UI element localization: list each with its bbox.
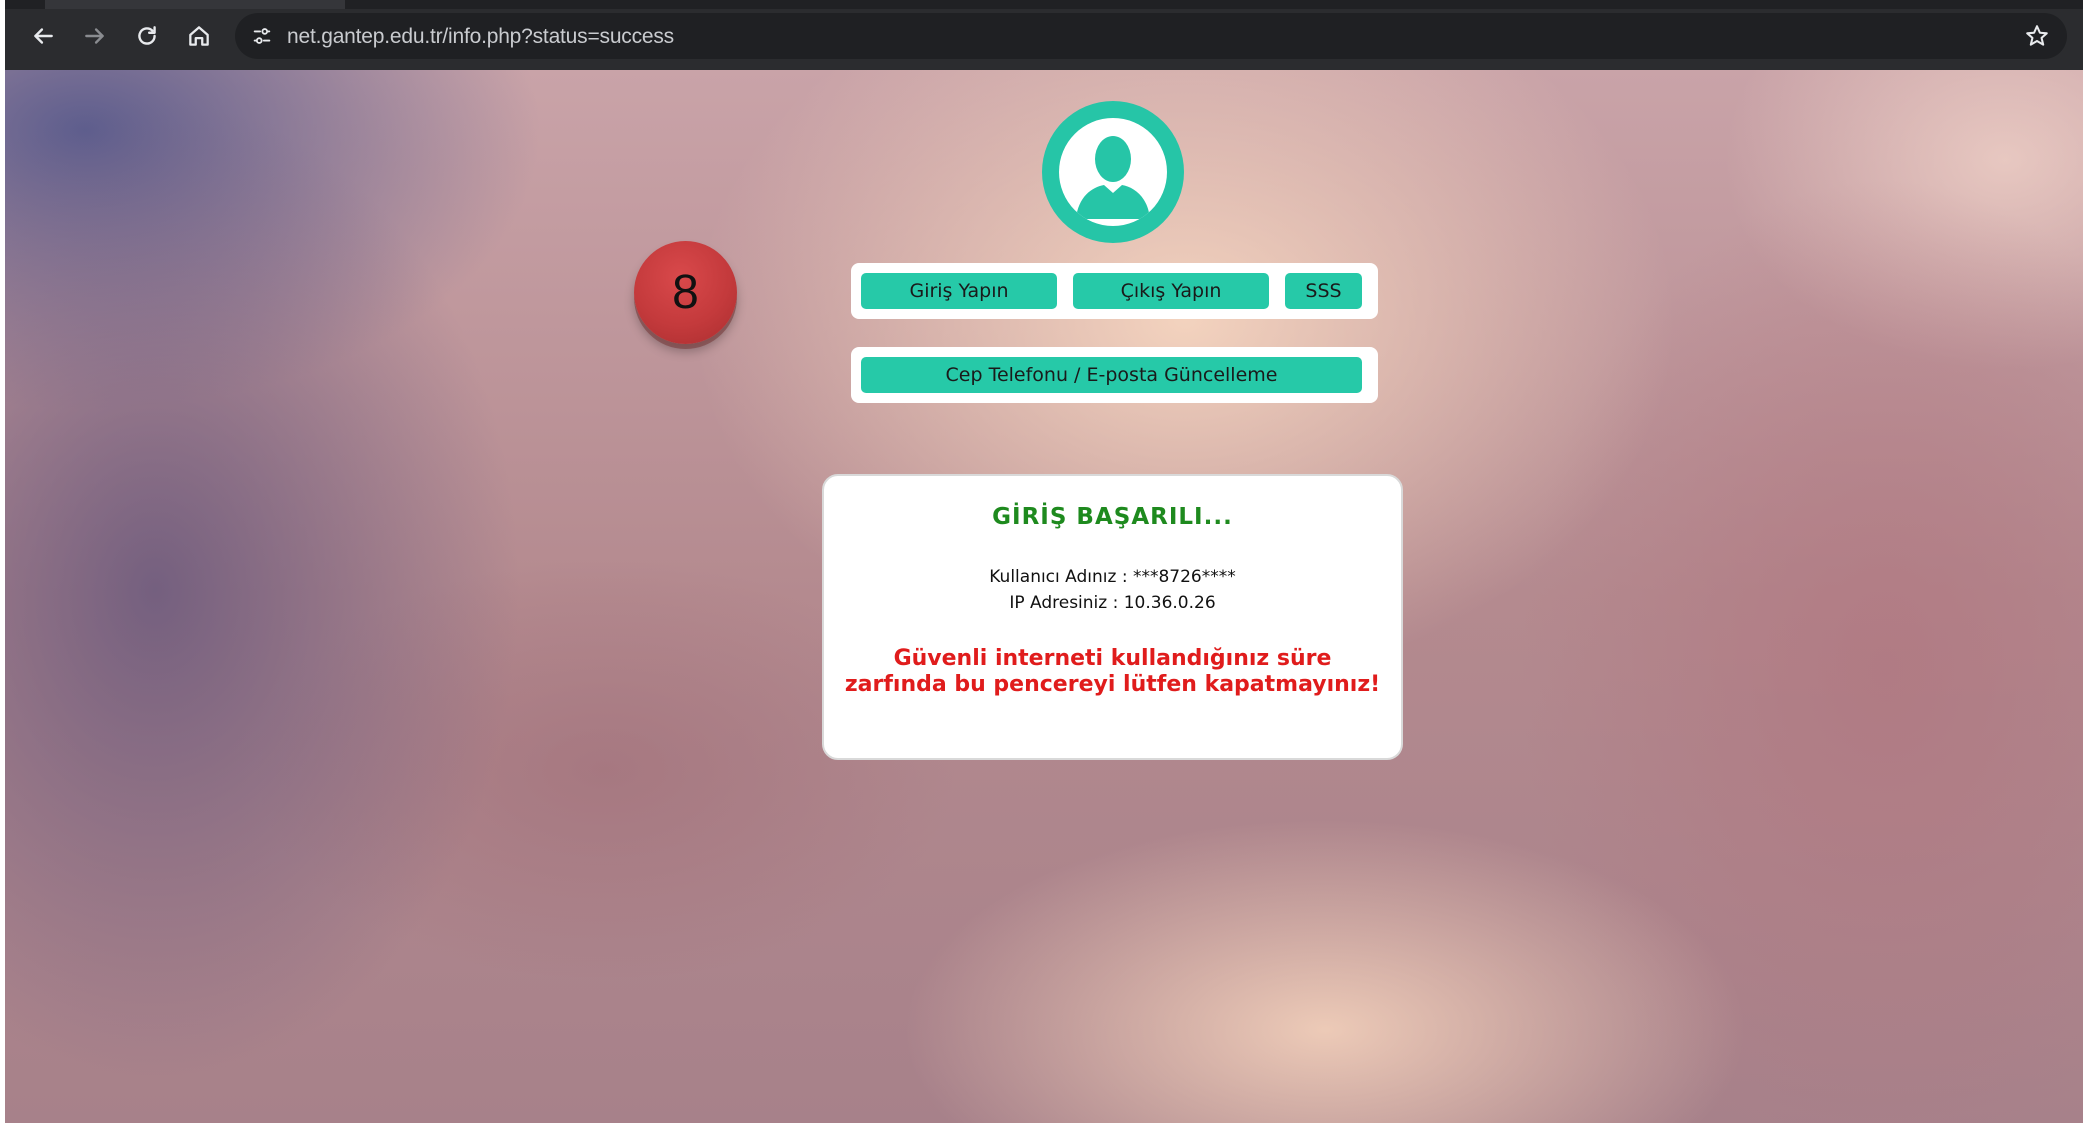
arrow-left-icon	[34, 28, 53, 44]
update-contact-button[interactable]: Cep Telefonu / E-posta Güncelleme	[861, 357, 1362, 393]
reload-button[interactable]	[127, 16, 167, 56]
star-icon	[2026, 25, 2048, 46]
url-text[interactable]: net.gantep.edu.tr/info.php?status=succes…	[287, 25, 674, 49]
success-title: GİRİŞ BAŞARILI...	[992, 504, 1233, 530]
warning-message: Güvenli interneti kullandığınız süre zar…	[824, 646, 1401, 698]
login-button[interactable]: Giriş Yapın	[861, 273, 1057, 309]
reload-icon	[138, 26, 156, 45]
username-line: Kullanıcı Adınız : ***8726****	[989, 567, 1236, 587]
page-viewport: 8 Giriş Yapın Çıkış Yapın SSS Cep Telefo…	[5, 70, 2083, 1123]
user-avatar-icon	[1042, 101, 1184, 243]
tune-icon	[253, 28, 271, 44]
back-button[interactable]	[23, 16, 63, 56]
arrow-right-icon	[85, 28, 104, 44]
menu-bar: Giriş Yapın Çıkış Yapın SSS	[851, 263, 1378, 319]
step-badge: 8	[634, 241, 737, 344]
home-icon	[189, 26, 209, 46]
ip-line: IP Adresiniz : 10.36.0.26	[1009, 593, 1216, 613]
warning-line-2: zarfında bu pencereyi lütfen kapatmayını…	[844, 672, 1381, 697]
browser-window: net.gantep.edu.tr/info.php?status=succes…	[5, 0, 2083, 1123]
login-status-card: GİRİŞ BAŞARILI... Kullanıcı Adınız : ***…	[822, 474, 1403, 760]
site-info-button[interactable]	[247, 21, 277, 51]
forward-button[interactable]	[75, 16, 115, 56]
active-tab[interactable]	[45, 0, 345, 9]
logout-button[interactable]: Çıkış Yapın	[1073, 273, 1269, 309]
tab-strip	[5, 0, 2083, 9]
home-button[interactable]	[179, 16, 219, 56]
browser-toolbar: net.gantep.edu.tr/info.php?status=succes…	[5, 0, 2083, 70]
bookmark-button[interactable]	[2021, 20, 2053, 52]
warning-line-1: Güvenli interneti kullandığınız süre	[893, 646, 1332, 671]
faq-button[interactable]: SSS	[1285, 273, 1362, 309]
address-bar[interactable]: net.gantep.edu.tr/info.php?status=succes…	[235, 13, 2067, 59]
update-bar: Cep Telefonu / E-posta Güncelleme	[851, 347, 1378, 403]
